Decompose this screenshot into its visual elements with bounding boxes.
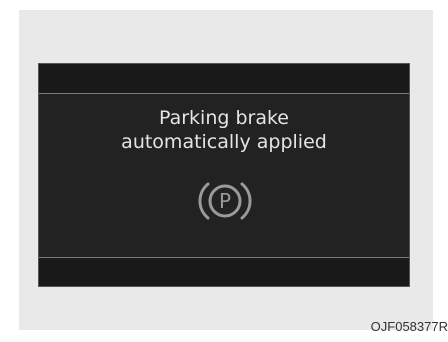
display-top-band xyxy=(39,64,409,93)
display-bottom-band xyxy=(39,258,409,286)
parking-brake-letter: P xyxy=(219,189,231,213)
parking-brake-icon: P xyxy=(198,182,252,220)
cluster-display: Parking brake automatically applied P xyxy=(38,63,410,287)
message-line-1: Parking brake xyxy=(158,107,289,129)
message-line-2: automatically applied xyxy=(121,131,327,153)
figure-code: OJF058377R xyxy=(370,319,448,334)
top-divider xyxy=(39,93,409,94)
warning-message: Parking brake automatically applied xyxy=(39,106,409,154)
